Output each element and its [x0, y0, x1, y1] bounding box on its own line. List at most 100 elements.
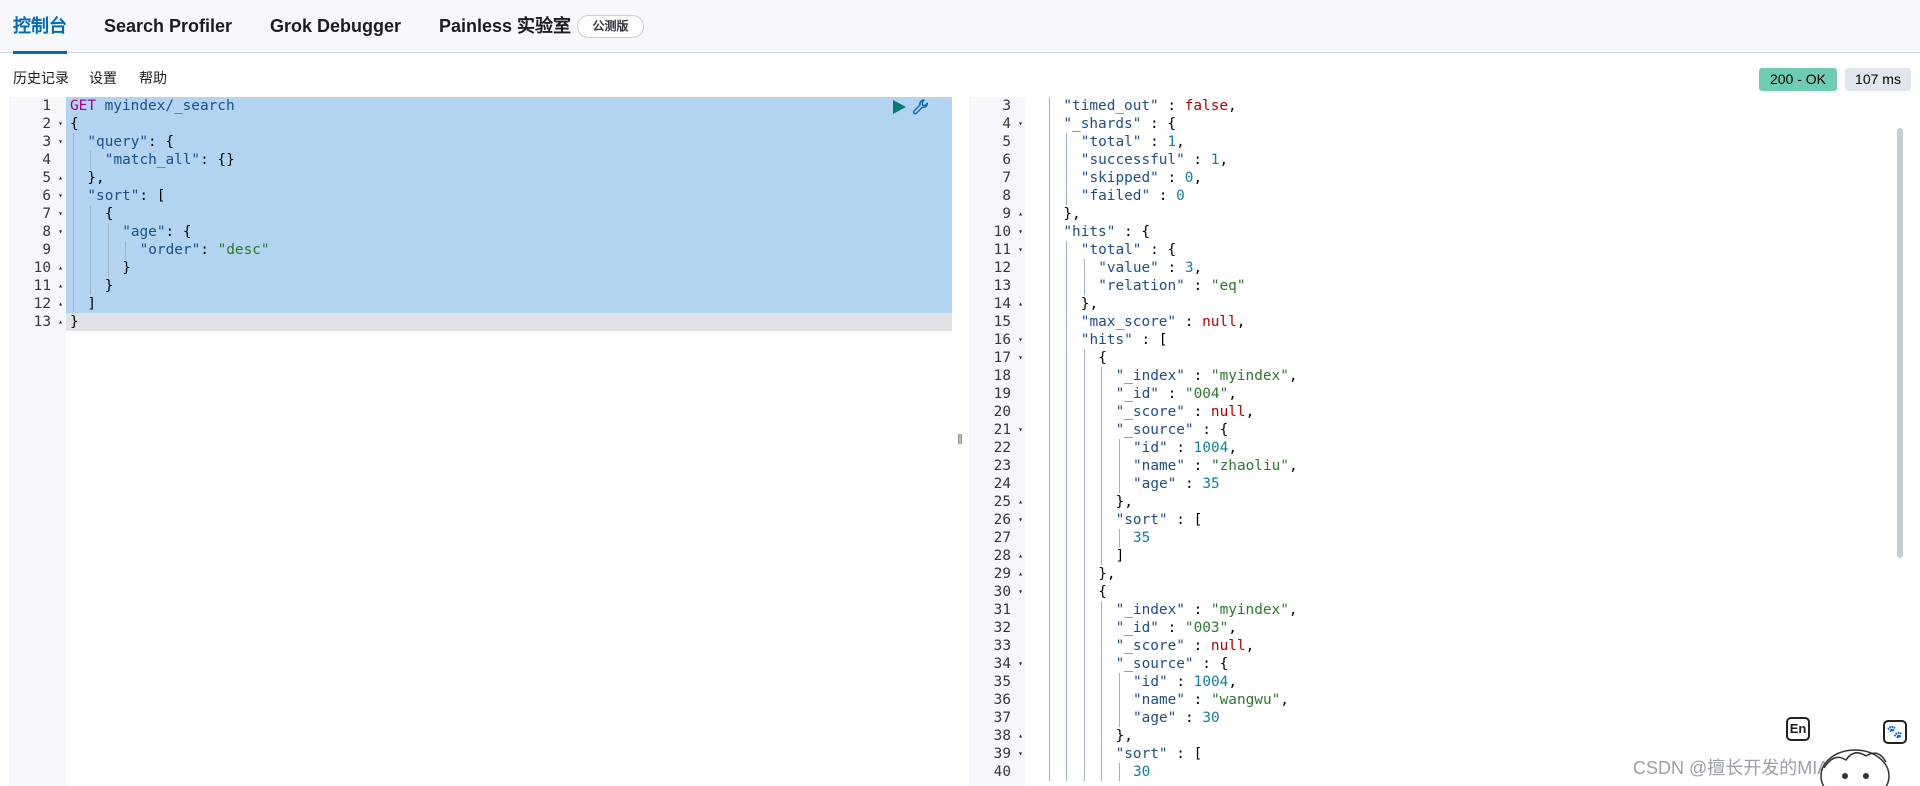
line-number-text: 9 [1002, 206, 1011, 222]
beta-badge: 公测版 [577, 15, 644, 38]
indent-guide [1101, 511, 1103, 529]
resize-handle[interactable]: ‖ [956, 431, 964, 449]
tab-console[interactable]: 控制台 [13, 0, 67, 54]
fold-collapse-icon[interactable]: ▾ [58, 115, 63, 133]
code-line: }, [1081, 295, 1098, 313]
language-widget-button[interactable]: En [1786, 717, 1810, 741]
help-link[interactable]: 帮助 [139, 68, 167, 88]
indent-guide [1118, 673, 1120, 691]
indent-guide [1049, 115, 1050, 133]
token-plain: , [1228, 440, 1237, 456]
active-line-highlight [9, 313, 952, 331]
indent-guide [1101, 763, 1103, 781]
fold-expand-icon[interactable]: ▴ [1018, 547, 1023, 565]
line-number: 3 ▾ [9, 133, 66, 151]
fold-expand-icon[interactable]: ▴ [1018, 205, 1023, 223]
token-bool: false [1184, 98, 1229, 114]
tab-painless-lab[interactable]: Painless 实验室 [439, 0, 571, 53]
token-key: "age" [1133, 710, 1177, 726]
indent-guide [1118, 709, 1120, 727]
fold-collapse-icon[interactable]: ▾ [58, 187, 63, 205]
indent-guide [1101, 367, 1103, 385]
fold-collapse-icon[interactable]: ▾ [1018, 331, 1023, 349]
code-line: "name" : "zhaoliu", [1133, 457, 1298, 475]
indent-guide [1049, 709, 1050, 727]
fold-expand-icon[interactable]: ▴ [1018, 493, 1023, 511]
fold-collapse-icon[interactable]: ▾ [1018, 115, 1023, 133]
line-number: 26 ▾ [969, 511, 1026, 529]
tab-search-profiler[interactable]: Search Profiler [104, 0, 232, 53]
fold-expand-icon[interactable]: ▴ [58, 295, 63, 313]
fold-expand-icon[interactable]: ▴ [58, 169, 63, 187]
fold-collapse-icon[interactable]: ▾ [1018, 511, 1023, 529]
indent-guide [1049, 331, 1050, 349]
indent-guide [73, 151, 74, 169]
wrench-icon[interactable] [912, 98, 930, 116]
indent-guide [1083, 709, 1085, 727]
fold-expand-icon[interactable]: ▴ [1018, 565, 1023, 583]
line-number-text: 33 [993, 638, 1011, 654]
indent-guide [1101, 727, 1103, 745]
paw-icon[interactable]: 🐾 [1883, 720, 1907, 744]
token-plain: { [104, 206, 114, 222]
indent-guide [1066, 547, 1068, 565]
settings-link[interactable]: 设置 [89, 68, 117, 88]
indent-guide [107, 223, 109, 241]
indent-guide [1101, 439, 1103, 457]
fold-expand-icon[interactable]: ▴ [1018, 727, 1023, 745]
fold-collapse-icon[interactable]: ▾ [1018, 583, 1023, 601]
response-viewer[interactable]: 3 4 ▾ 5 6 7 8 9 ▴ 10 ▾ 11 ▾ 12 13 14 ▴ 15 16 ▾ 17 ▾ 18 19 20 21 ▾ 2… [969, 97, 1920, 786]
indent-guide [1066, 403, 1068, 421]
token-num: 1004 [1193, 674, 1229, 690]
fold-expand-icon[interactable]: ▴ [58, 259, 63, 277]
code-line: "hits" : [ [1081, 331, 1168, 349]
indent-guide [1118, 691, 1120, 709]
indent-guide [1083, 565, 1085, 583]
indent-guide [73, 241, 74, 259]
indent-guide [1066, 277, 1068, 295]
token-plain: , [1228, 386, 1237, 402]
fold-collapse-icon[interactable]: ▾ [58, 223, 63, 241]
response-scrollbar[interactable] [1897, 128, 1903, 558]
line-number-text: 21 [993, 422, 1011, 438]
fold-collapse-icon[interactable]: ▾ [1018, 223, 1023, 241]
indent-guide [1083, 763, 1085, 781]
fold-collapse-icon[interactable]: ▾ [58, 133, 63, 151]
request-editor[interactable]: 1 2 ▾ 3 ▾ 4 5 ▴ 6 ▾ 7 ▾ 8 ▾ 9 10 ▴ 11 ▴ 12 ▴ 13 ▴ GET myindex/… [9, 97, 952, 786]
fold-expand-icon[interactable]: ▴ [58, 277, 63, 295]
token-plain: , [1288, 368, 1298, 384]
code-line: "age": { [122, 223, 191, 241]
indent-guide [73, 169, 74, 187]
indent-guide [1101, 385, 1103, 403]
play-icon[interactable] [891, 99, 907, 115]
indent-guide [125, 241, 127, 259]
token-plain: }, [1063, 206, 1081, 222]
history-link[interactable]: 历史记录 [13, 68, 69, 88]
token-plain: : [1184, 368, 1211, 384]
fold-collapse-icon[interactable]: ▾ [1018, 655, 1023, 673]
code-line: } [70, 313, 79, 331]
indent-guide [90, 277, 92, 295]
token-key: "_index" [1115, 368, 1185, 384]
line-number: 29 ▴ [969, 565, 1026, 583]
token-key: "total" [1080, 134, 1142, 150]
fold-collapse-icon[interactable]: ▾ [1018, 241, 1023, 259]
fold-expand-icon[interactable]: ▴ [58, 313, 63, 331]
fold-collapse-icon[interactable]: ▾ [1018, 745, 1023, 763]
indent-guide [1066, 295, 1068, 313]
token-url: myindex/_search [104, 98, 235, 114]
fold-collapse-icon[interactable]: ▾ [1018, 421, 1023, 439]
token-plain: : [1167, 440, 1194, 456]
line-number: 8 ▾ [9, 223, 66, 241]
fold-collapse-icon[interactable]: ▾ [1018, 349, 1023, 367]
indent-guide [1066, 439, 1068, 457]
response-gutter: 3 4 ▾ 5 6 7 8 9 ▴ 10 ▾ 11 ▾ 12 13 14 ▴ 15 16 ▾ 17 ▾ 18 19 20 21 ▾ 2… [969, 97, 1025, 786]
line-number: 30 ▾ [969, 583, 1026, 601]
tab-grok-debugger[interactable]: Grok Debugger [270, 0, 401, 53]
line-number-text: 13 [33, 314, 51, 330]
token-key: "age" [122, 224, 166, 240]
fold-expand-icon[interactable]: ▴ [1018, 295, 1023, 313]
token-str: "desc" [217, 242, 270, 258]
fold-collapse-icon[interactable]: ▾ [58, 205, 63, 223]
